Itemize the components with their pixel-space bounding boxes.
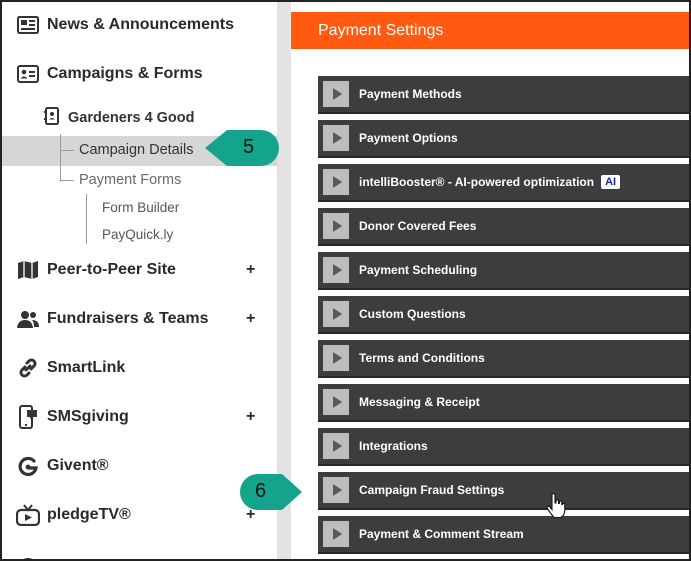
section-payment-options[interactable]: Payment Options: [318, 120, 689, 158]
expand-smsgiving-button[interactable]: +: [246, 408, 255, 426]
nav-givent-label: Givent®: [47, 457, 109, 474]
expand-arrow-icon[interactable]: [323, 301, 349, 327]
expand-peer-button[interactable]: +: [246, 261, 255, 279]
callout-shape: [205, 130, 279, 166]
expand-arrow-icon[interactable]: [323, 345, 349, 371]
section-label: Payment Options: [359, 131, 458, 145]
step-5-number: 5: [243, 136, 255, 158]
expand-arrow-icon[interactable]: [323, 125, 349, 151]
newspaper-icon: [16, 13, 40, 37]
expand-fundraisers-button[interactable]: +: [246, 310, 255, 328]
map-icon: [16, 258, 40, 282]
section-label: Campaign Fraud Settings: [359, 483, 505, 497]
org-label: Gardeners 4 Good: [68, 110, 195, 126]
nav-pledgetv[interactable]: pledgeTV® +: [2, 495, 277, 535]
address-book-icon: [44, 106, 60, 130]
nav-pledgetv-label: pledgeTV®: [47, 506, 131, 523]
section-label: Integrations: [359, 439, 428, 453]
nav-news-label: News & Announcements: [47, 16, 234, 33]
org-item[interactable]: Gardeners 4 Good: [44, 105, 195, 131]
section-label: Terms and Conditions: [359, 351, 485, 365]
section-label: Messaging & Receipt: [359, 395, 480, 409]
nav-campaigns[interactable]: Campaigns & Forms: [2, 54, 277, 94]
nav-peer[interactable]: Peer-to-Peer Site +: [2, 250, 277, 290]
nav-smsgiving-label: SMSgiving: [47, 408, 129, 425]
partial-icon: [16, 555, 40, 559]
section-terms-and-conditions[interactable]: Terms and Conditions: [318, 340, 689, 378]
callout-shape: [240, 474, 302, 510]
nav-smsgiving[interactable]: SMSgiving +: [2, 397, 277, 437]
section-payment-comment-stream[interactable]: Payment & Comment Stream: [318, 516, 689, 554]
step-6-number: 6: [255, 480, 267, 502]
nav-fundraisers[interactable]: Fundraisers & Teams +: [2, 299, 277, 339]
nav-news[interactable]: News & Announcements: [2, 5, 277, 45]
section-label-text: intelliBooster® - AI-powered optimizatio…: [359, 174, 595, 189]
section-integrations[interactable]: Integrations: [318, 428, 689, 466]
section-label: Payment Methods: [359, 87, 462, 101]
section-label: Payment Scheduling: [359, 263, 478, 277]
section-label: intelliBooster® - AI-powered optimizatio…: [359, 174, 621, 190]
section-label: Donor Covered Fees: [359, 219, 477, 233]
id-card-icon: [16, 62, 40, 86]
payment-forms-link[interactable]: Payment Forms: [79, 172, 181, 188]
nav-smartlink[interactable]: SmartLink: [2, 348, 277, 388]
nav-fundraisers-label: Fundraisers & Teams: [47, 310, 209, 327]
hand-cursor-icon: [546, 492, 566, 524]
tv-icon: [16, 503, 40, 527]
section-donor-covered-fees[interactable]: Donor Covered Fees: [318, 208, 689, 246]
section-label: Custom Questions: [359, 307, 466, 321]
tree-line: [86, 194, 87, 244]
page-title: Payment Settings: [291, 12, 689, 49]
expand-arrow-icon[interactable]: [323, 81, 349, 107]
section-custom-questions[interactable]: Custom Questions: [318, 296, 689, 334]
nav-partial-next[interactable]: [2, 547, 277, 559]
section-messaging-receipt[interactable]: Messaging & Receipt: [318, 384, 689, 422]
section-payment-scheduling[interactable]: Payment Scheduling: [318, 252, 689, 290]
step-5-callout: 5: [203, 128, 279, 168]
link-icon: [16, 356, 40, 380]
givent-icon: [16, 454, 40, 478]
step-6-callout: 6: [238, 472, 304, 512]
expand-arrow-icon[interactable]: [323, 477, 349, 503]
nav-campaigns-label: Campaigns & Forms: [47, 65, 203, 82]
form-builder-link[interactable]: Form Builder: [102, 200, 179, 215]
section-campaign-fraud-settings[interactable]: Campaign Fraud Settings: [318, 472, 689, 510]
tree-line: [60, 134, 61, 182]
payquick-link[interactable]: PayQuick.ly: [102, 227, 173, 242]
expand-arrow-icon[interactable]: [323, 257, 349, 283]
campaign-details-link[interactable]: Campaign Details: [79, 142, 193, 158]
expand-arrow-icon[interactable]: [323, 213, 349, 239]
nav-givent[interactable]: Givent®: [2, 446, 277, 486]
users-icon: [16, 307, 40, 331]
main-panel: Payment Settings Payment Methods Payment…: [291, 2, 689, 559]
tree-line: [60, 150, 74, 151]
expand-arrow-icon[interactable]: [323, 169, 349, 195]
sidebar: News & Announcements Campaigns & Forms G…: [2, 2, 277, 559]
tree-line: [60, 180, 74, 181]
expand-arrow-icon[interactable]: [323, 389, 349, 415]
nav-peer-label: Peer-to-Peer Site: [47, 261, 176, 278]
section-payment-methods[interactable]: Payment Methods: [318, 76, 689, 114]
section-label: Payment & Comment Stream: [359, 527, 524, 541]
section-intellibooster[interactable]: intelliBooster® - AI-powered optimizatio…: [318, 164, 689, 202]
nav-smartlink-label: SmartLink: [47, 359, 126, 376]
expand-arrow-icon[interactable]: [323, 521, 349, 547]
phone-chat-icon: [16, 405, 40, 429]
expand-arrow-icon[interactable]: [323, 433, 349, 459]
ai-badge: AI: [601, 175, 621, 190]
